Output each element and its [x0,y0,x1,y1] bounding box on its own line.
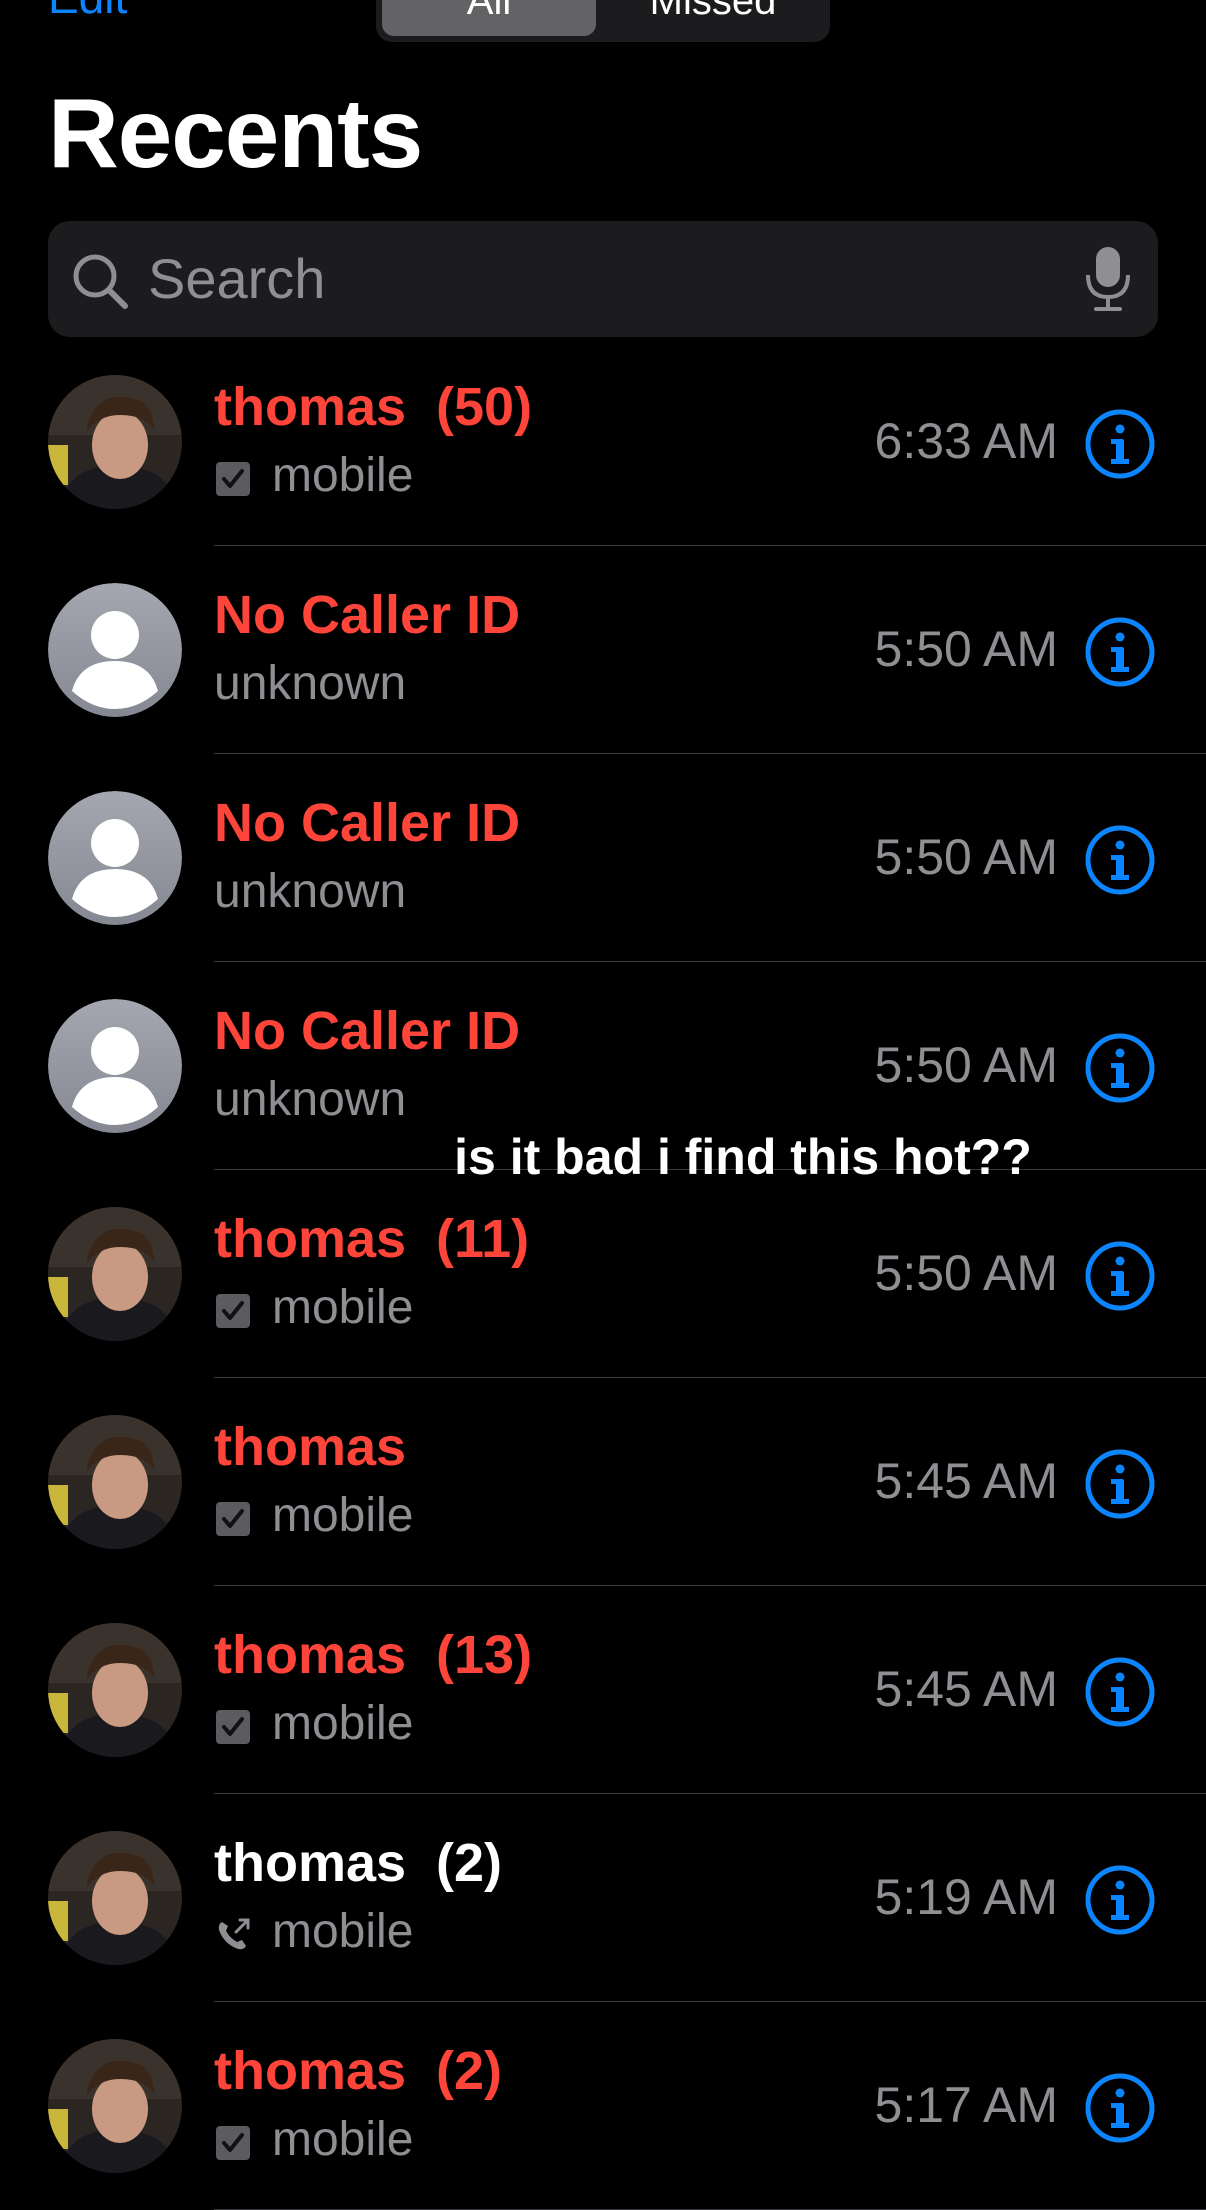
contact-photo [48,1207,182,1341]
search-input[interactable]: Search [148,221,325,337]
call-type: mobile [214,1905,414,1959]
call-type-label: mobile [272,2113,414,2166]
call-type: unknown [214,1073,407,1127]
caller-name: No Caller ID [214,793,521,853]
call-type-label: unknown [214,1073,407,1126]
call-type-label: mobile [272,449,414,502]
contact-photo [48,375,182,509]
call-time: 5:17 AM [874,2077,1058,2133]
search-bar[interactable]: Search [48,221,1158,337]
outgoing-call-icon [214,1913,252,1951]
info-icon[interactable] [1084,1656,1156,1728]
call-time: 5:45 AM [874,1453,1058,1509]
call-time: 5:50 AM [874,1037,1058,1093]
info-icon[interactable] [1084,1240,1156,1312]
contact-photo [48,1831,182,1965]
contact-photo [48,1415,182,1549]
info-icon[interactable] [1084,1864,1156,1936]
call-type-label: mobile [272,1281,414,1334]
info-icon[interactable] [1084,616,1156,688]
info-icon[interactable] [1084,1032,1156,1104]
checkbox-icon [214,1497,252,1537]
contact-photo [48,1623,182,1757]
call-row[interactable]: thomas (11) mobile 5:50 AM [0,1170,1206,1378]
call-time: 6:33 AM [874,413,1058,469]
call-type-label: unknown [214,865,407,918]
call-type: mobile [214,2113,414,2167]
call-row[interactable]: No Caller ID unknown 5:50 AM [0,754,1206,962]
caller-name: thomas (11) [214,1209,530,1269]
call-type: mobile [214,1489,414,1543]
call-type-label: mobile [272,1697,414,1750]
person-placeholder-icon [48,583,182,717]
call-type: mobile [214,449,414,503]
info-icon[interactable] [1084,408,1156,480]
contact-photo [48,2039,182,2173]
caller-name: thomas (2) [214,1833,503,1893]
call-type-label: unknown [214,657,407,710]
call-type: unknown [214,657,407,711]
search-icon [73,254,128,309]
caller-name: thomas (50) [214,377,533,437]
call-type-label: mobile [272,1905,414,1958]
call-type: mobile [214,1281,414,1335]
recents-filter-segmented-control: All Missed [376,0,830,42]
call-time: 5:50 AM [874,1245,1058,1301]
call-type-label: mobile [272,1489,414,1542]
info-icon[interactable] [1084,824,1156,896]
checkbox-icon [214,457,252,497]
call-row[interactable]: thomas (50) mobile 6:33 AM [0,338,1206,546]
segment-all[interactable]: All [382,0,596,36]
overlay-caption: is it bad i find this hot?? [454,1129,1032,1185]
caller-name: No Caller ID [214,585,521,645]
edit-button[interactable]: Edit [48,0,127,24]
checkbox-icon [214,1705,252,1745]
call-time: 5:50 AM [874,829,1058,885]
call-type: mobile [214,1697,414,1751]
person-placeholder-icon [48,791,182,925]
call-type: unknown [214,865,407,919]
person-placeholder-icon [48,999,182,1133]
caller-name: thomas [214,1417,407,1477]
call-time: 5:45 AM [874,1661,1058,1717]
call-time: 5:50 AM [874,621,1058,677]
segment-missed[interactable]: Missed [602,0,824,36]
call-row[interactable]: thomas (13) mobile 5:45 AM [0,1586,1206,1794]
caller-name: thomas (2) [214,2041,503,2101]
checkbox-icon [214,1289,252,1329]
info-icon[interactable] [1084,1448,1156,1520]
caller-name: thomas (13) [214,1625,533,1685]
page-title: Recents [48,78,423,188]
call-time: 5:19 AM [874,1869,1058,1925]
call-row[interactable]: thomas (2) mobile 5:17 AM [0,2002,1206,2210]
call-row[interactable]: thomas mobile 5:45 AM [0,1378,1206,1586]
call-row[interactable]: No Caller ID unknown 5:50 AM [0,546,1206,754]
microphone-icon[interactable] [1084,245,1132,313]
call-row[interactable]: thomas (2) mobile 5:19 AM [0,1794,1206,2002]
info-icon[interactable] [1084,2072,1156,2144]
recents-list: thomas (50) mobile 6:33 AM No Caller ID … [0,338,1206,2210]
checkbox-icon [214,2121,252,2161]
caller-name: No Caller ID [214,1001,521,1061]
